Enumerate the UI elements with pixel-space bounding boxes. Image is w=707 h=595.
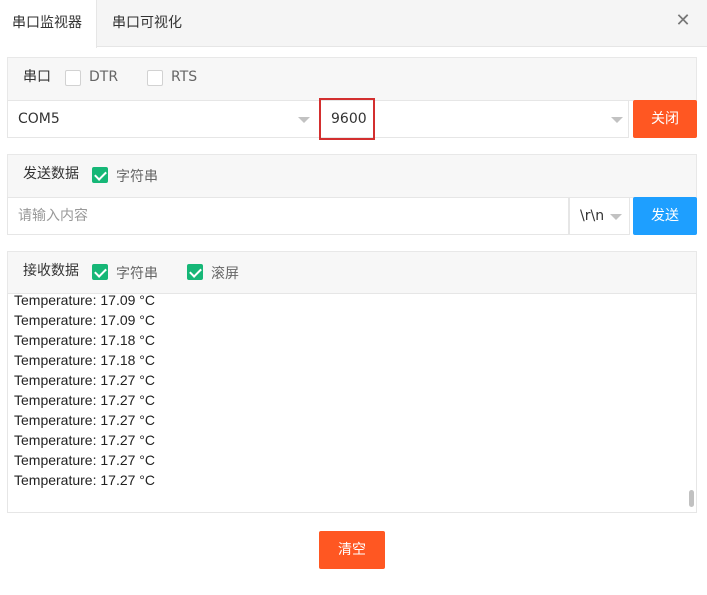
dtr-checkbox[interactable] <box>65 70 81 86</box>
receive-string-checkbox[interactable] <box>92 264 108 280</box>
rts-label: RTS <box>171 69 198 85</box>
auto-scroll-checkbox[interactable] <box>187 264 203 280</box>
port-value: COM5 <box>18 111 60 127</box>
receive-line: Temperature: 17.27 °C <box>14 472 156 488</box>
receive-line: Temperature: 17.27 °C <box>14 412 156 428</box>
dtr-label: DTR <box>89 69 119 85</box>
chevron-down-icon <box>298 117 310 123</box>
send-panel-title: 发送数据 <box>23 166 79 182</box>
line-ending-select[interactable]: \r\n <box>569 197 630 235</box>
close-port-button[interactable]: 关闭 <box>633 100 697 138</box>
close-icon[interactable]: ✕ <box>673 11 693 31</box>
send-panel-header: 发送数据 字符串 <box>7 154 697 198</box>
receive-string-label: 字符串 <box>116 266 158 282</box>
line-ending-value: \r\n <box>580 208 605 224</box>
chevron-down-icon <box>610 214 622 220</box>
send-input[interactable]: 请输入内容 <box>7 197 569 235</box>
receive-panel-title: 接收数据 <box>23 263 79 279</box>
scrollbar-thumb[interactable] <box>689 490 694 507</box>
receive-line: Temperature: 17.27 °C <box>14 452 156 468</box>
receive-lines: Temperature: 17.09 °C Temperature: 17.09… <box>14 293 156 490</box>
receive-panel-header: 接收数据 字符串 滚屏 <box>7 251 697 294</box>
auto-scroll-label: 滚屏 <box>211 266 239 282</box>
receive-line: Temperature: 17.27 °C <box>14 372 156 388</box>
tab-bar: 串口监视器 串口可视化 ✕ <box>0 0 707 48</box>
send-string-checkbox[interactable] <box>92 167 108 183</box>
receive-output[interactable]: Temperature: 17.09 °C Temperature: 17.09… <box>7 293 697 513</box>
receive-line: Temperature: 17.09 °C <box>14 312 156 328</box>
send-button[interactable]: 发送 <box>633 197 697 235</box>
tab-serial-monitor[interactable]: 串口监视器 <box>0 0 97 48</box>
receive-line: Temperature: 17.27 °C <box>14 432 156 448</box>
port-select[interactable]: COM5 <box>7 100 320 138</box>
receive-line: Temperature: 17.18 °C <box>14 332 156 348</box>
rts-checkbox[interactable] <box>147 70 163 86</box>
baud-highlight-box <box>319 98 375 140</box>
send-string-label: 字符串 <box>116 169 158 185</box>
send-input-placeholder: 请输入内容 <box>18 208 88 224</box>
clear-button[interactable]: 清空 <box>319 531 385 569</box>
receive-line: Temperature: 17.09 °C <box>14 293 156 308</box>
receive-line: Temperature: 17.18 °C <box>14 352 156 368</box>
tab-serial-visualization[interactable]: 串口可视化 <box>100 0 194 47</box>
serial-panel-title: 串口 <box>23 69 51 85</box>
receive-line: Temperature: 17.27 °C <box>14 392 156 408</box>
chevron-down-icon <box>611 117 623 123</box>
serial-panel-header: 串口 DTR RTS <box>7 57 697 101</box>
